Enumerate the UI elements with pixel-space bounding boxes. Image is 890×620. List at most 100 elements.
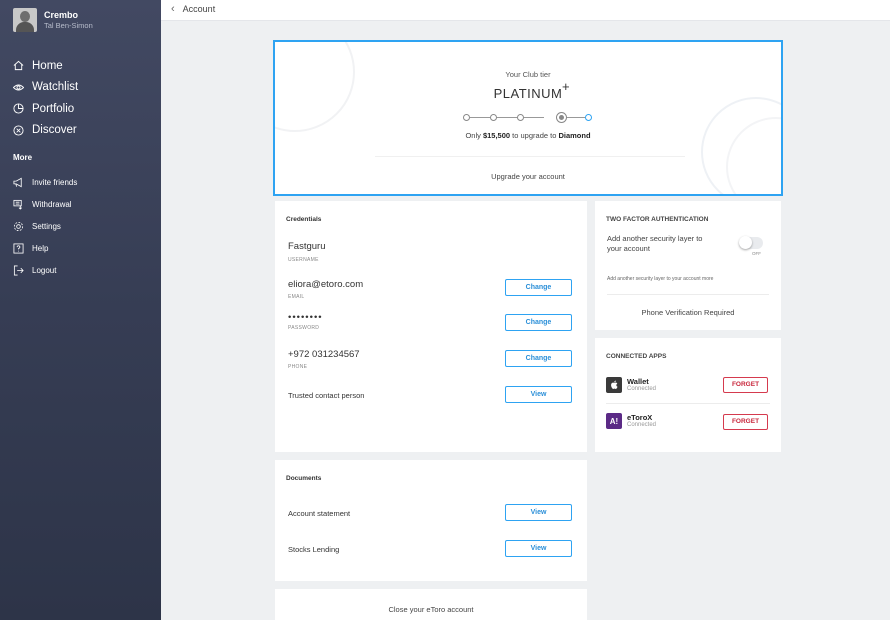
pie-chart-icon xyxy=(13,103,24,114)
eye-icon xyxy=(13,82,24,93)
phone-label: PHONE xyxy=(288,364,308,370)
plus-icon[interactable]: + xyxy=(562,79,570,94)
nav-item-withdrawal[interactable]: Withdrawal xyxy=(13,193,77,215)
nav-item-label: Invite friends xyxy=(32,177,78,187)
change-phone-button[interactable]: Change xyxy=(505,350,572,367)
tier-connector xyxy=(470,117,490,118)
connected-apps-card: CONNECTED APPS Wallet Connected FORGET A… xyxy=(595,338,781,452)
withdrawal-icon xyxy=(13,199,24,210)
change-password-button[interactable]: Change xyxy=(505,314,572,331)
change-email-button[interactable]: Change xyxy=(505,279,572,296)
credentials-card: Credentials Fastguru USERNAME eliora@eto… xyxy=(275,201,587,452)
password-label: PASSWORD xyxy=(288,325,320,331)
compass-icon xyxy=(13,125,24,136)
documents-title: Documents xyxy=(286,475,322,482)
two-factor-toggle[interactable] xyxy=(739,236,763,249)
gear-icon xyxy=(13,221,24,232)
nav-item-label: Withdrawal xyxy=(32,199,72,209)
help-icon xyxy=(13,243,24,254)
credentials-title: Credentials xyxy=(286,216,322,223)
two-factor-title: TWO FACTOR AUTHENTICATION xyxy=(606,216,709,223)
tier-dot xyxy=(490,114,497,121)
tier-dot xyxy=(517,114,524,121)
upgrade-target: Diamond xyxy=(558,131,591,140)
username-label: USERNAME xyxy=(288,257,319,263)
tier-dot-next xyxy=(585,114,592,121)
nav-item-label: Discover xyxy=(32,124,77,137)
chevron-left-icon: ‹ xyxy=(171,3,175,15)
nav-item-discover[interactable]: Discover xyxy=(13,120,78,142)
upgrade-account-link[interactable]: Upgrade your account xyxy=(275,172,781,181)
app-status-wallet: Connected xyxy=(627,386,657,392)
upgrade-info: Only $15,500 to upgrade to Diamond xyxy=(275,131,781,140)
nav-item-settings[interactable]: Settings xyxy=(13,215,77,237)
profile-name: Crembo xyxy=(44,9,79,20)
nav-item-label: Watchlist xyxy=(32,81,79,94)
nav-item-logout[interactable]: Logout xyxy=(13,259,77,281)
logout-icon xyxy=(13,265,24,276)
nav-item-label: Portfolio xyxy=(32,102,75,115)
tier-connector xyxy=(524,117,544,118)
profile-subtitle: Tal Ben-Simon xyxy=(44,20,93,30)
trusted-contact-label: Trusted contact person xyxy=(288,391,365,400)
nav-item-home[interactable]: Home xyxy=(13,55,78,77)
club-tier-card: Your Club tier PLATINUM + Only $15,500 t… xyxy=(273,40,783,196)
account-statement-label: Account statement xyxy=(288,509,351,518)
back-button[interactable]: ‹ Account xyxy=(171,3,215,15)
nav-item-label: Help xyxy=(32,243,49,253)
tier-dot-current xyxy=(556,112,567,123)
tier-progress xyxy=(463,112,597,124)
top-bar: ‹ Account xyxy=(161,0,890,21)
main-nav: Home Watchlist Portfolio Discover xyxy=(13,55,78,141)
nav-item-help[interactable]: Help xyxy=(13,237,77,259)
toggle-knob xyxy=(739,236,752,249)
password-value: •••••••• xyxy=(288,312,323,323)
upgrade-amount: $15,500 xyxy=(482,131,511,140)
nav-item-portfolio[interactable]: Portfolio xyxy=(13,98,78,120)
avatar[interactable] xyxy=(13,8,37,32)
club-tier-label: Your Club tier xyxy=(505,70,551,79)
toggle-state-label: OFF xyxy=(752,251,761,256)
home-icon xyxy=(13,60,24,71)
view-trusted-contact-button[interactable]: View xyxy=(505,386,572,403)
documents-card: Documents Account statement View Stocks … xyxy=(275,460,587,581)
phone-verification-status: Phone Verification Required xyxy=(641,308,735,317)
username-value: Fastguru xyxy=(288,241,326,252)
megaphone-icon xyxy=(13,177,24,188)
nav-item-invite-friends[interactable]: Invite friends xyxy=(13,171,77,193)
connected-apps-title: CONNECTED APPS xyxy=(606,353,667,360)
two-factor-card: TWO FACTOR AUTHENTICATION Add another se… xyxy=(595,201,781,330)
upgrade-prefix: Only xyxy=(465,131,481,140)
close-account-link[interactable]: Close your eToro account xyxy=(275,605,587,614)
sidebar: Crembo Tal Ben-Simon Home Watchlist Port… xyxy=(0,0,161,620)
secondary-nav: Invite friends Withdrawal Settings Help … xyxy=(13,171,77,281)
tier-connector xyxy=(567,117,585,118)
close-account-card: Close your eToro account xyxy=(275,589,587,620)
email-label: EMAIL xyxy=(288,294,305,300)
tier-connector xyxy=(497,117,517,118)
app-name-wallet: Wallet xyxy=(627,377,649,386)
stocks-lending-label: Stocks Lending xyxy=(288,545,340,554)
nav-item-label: Logout xyxy=(32,265,57,275)
divider xyxy=(606,403,770,404)
upgrade-mid: to upgrade to xyxy=(512,131,557,140)
divider xyxy=(607,294,769,295)
nav-item-label: Settings xyxy=(32,221,61,231)
forget-etorox-button[interactable]: FORGET xyxy=(723,414,768,430)
app-name-etorox: eToroX xyxy=(627,413,653,422)
divider xyxy=(375,156,685,157)
nav-item-watchlist[interactable]: Watchlist xyxy=(13,77,78,99)
forget-wallet-button[interactable]: FORGET xyxy=(723,377,768,393)
nav-item-label: Home xyxy=(32,59,63,72)
view-account-statement-button[interactable]: View xyxy=(505,504,572,521)
more-title: More xyxy=(13,153,33,162)
profile[interactable]: Crembo Tal Ben-Simon xyxy=(13,8,93,32)
etorox-icon: A! xyxy=(606,413,622,429)
tier-dot xyxy=(463,114,470,121)
apple-icon xyxy=(606,377,622,393)
two-factor-more-link[interactable]: Add another security layer to your accou… xyxy=(607,276,713,282)
phone-value: +972 031234567 xyxy=(288,349,360,360)
email-value: eliora@etoro.com xyxy=(288,279,364,290)
view-stocks-lending-button[interactable]: View xyxy=(505,540,572,557)
club-tier-name: PLATINUM xyxy=(493,86,563,101)
